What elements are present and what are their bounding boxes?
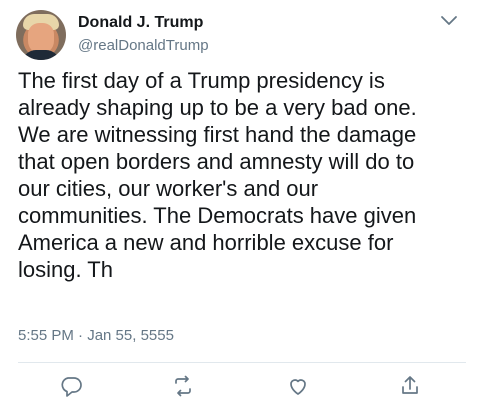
share-icon[interactable] [398,374,422,398]
author-handle[interactable]: @realDonaldTrump [78,37,209,54]
avatar[interactable] [16,10,66,60]
chevron-down-icon[interactable] [440,14,458,26]
retweet-icon[interactable] [171,374,195,398]
avatar-suit [22,50,60,60]
tweet-card: Donald J. Trump @realDonaldTrump The fir… [0,0,480,410]
tweet-text: The first day of a Trump presidency is a… [18,68,417,282]
reply-icon[interactable] [59,374,83,398]
divider [18,362,466,363]
author-name[interactable]: Donald J. Trump [78,14,203,32]
tweet-timestamp[interactable]: 5:55 PM · Jan 55, 5555 [18,327,174,344]
heart-icon[interactable] [286,374,310,398]
